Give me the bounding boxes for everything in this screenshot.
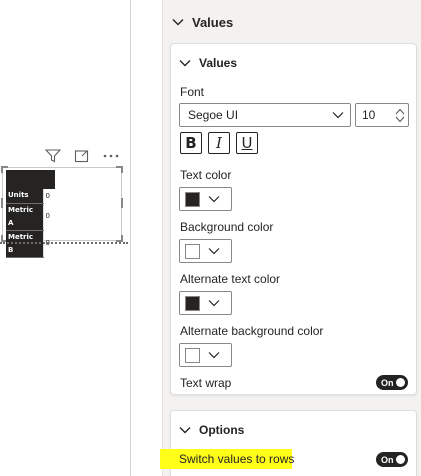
text-wrap-toggle[interactable]: On [376,375,408,390]
text-wrap-label: Text wrap [180,376,232,390]
alt-background-color-label: Alternate background color [180,324,324,338]
report-canvas: Units 0 Metric A 0 Metric B 0 [0,0,131,476]
underline-button[interactable]: U [236,132,258,154]
switch-values-to-rows-toggle[interactable]: On [376,452,408,467]
alt-background-color-picker[interactable] [179,343,232,367]
resize-handle[interactable] [1,198,3,208]
chevron-down-icon [208,296,220,310]
alt-text-color-picker[interactable] [179,291,232,315]
section-title: Values [192,14,234,30]
matrix-row: Units 0 [6,189,55,204]
more-options-icon[interactable] [102,148,120,164]
background-color-picker[interactable] [179,239,232,263]
resize-handle[interactable] [116,235,123,242]
focus-mode-icon[interactable] [73,148,91,164]
alt-text-color-label: Alternate text color [180,272,281,286]
matrix-header-cell [6,170,43,189]
toggle-knob [396,378,405,387]
bold-button[interactable]: B [180,132,202,154]
background-color-swatch [185,243,200,259]
matrix-row-label: Units [6,189,43,204]
text-color-swatch [185,191,200,207]
values-section-header[interactable]: Values [172,12,233,32]
matrix-row-label: Metric A [6,203,43,231]
stepper-up-icon[interactable] [395,107,405,115]
card-title: Options [199,423,245,437]
alt-background-color-swatch [185,347,200,363]
chevron-down-icon [172,16,184,28]
switch-values-to-rows-label: Switch values to rows [179,452,295,466]
text-color-picker[interactable] [179,187,232,211]
matrix-header-cell [43,170,55,189]
chevron-down-icon [332,108,344,122]
font-size-stepper[interactable]: 10 [355,103,409,127]
alt-text-color-swatch [185,295,200,311]
matrix-cell-value: 0 [42,203,55,230]
chevron-down-icon [179,57,191,69]
card-title: Values [199,56,238,70]
font-size-value: 10 [362,108,376,122]
matrix-table: Units 0 Metric A 0 Metric B 0 [6,170,55,258]
font-label: Font [180,85,205,99]
font-family-dropdown[interactable]: Segoe UI [179,103,351,127]
page-boundary-line [0,242,128,244]
font-family-value: Segoe UI [188,108,239,122]
chevron-down-icon [208,348,220,362]
italic-button[interactable]: I [208,132,230,154]
background-color-label: Background color [180,220,274,234]
matrix-row: Metric A 0 [6,203,55,231]
toggle-state: On [381,454,394,465]
options-card-header[interactable]: Options [179,423,244,437]
values-card: Values Font Segoe UI 10 B I U Text color… [170,43,417,395]
font-style-buttons: B I U [180,132,258,154]
toggle-knob [396,455,405,464]
stepper-down-icon[interactable] [395,115,405,123]
toggle-state: On [381,377,394,388]
filter-icon[interactable] [44,148,62,164]
values-card-header[interactable]: Values [179,56,237,70]
resize-handle[interactable] [121,198,123,208]
chevron-down-icon [208,192,220,206]
visual-header [44,148,120,164]
resize-handle[interactable] [116,166,123,173]
chevron-down-icon [179,424,191,436]
text-color-label: Text color [180,168,232,182]
matrix-header-row [6,170,55,189]
chevron-down-icon [208,244,220,258]
matrix-cell-value: 0 [42,189,55,203]
